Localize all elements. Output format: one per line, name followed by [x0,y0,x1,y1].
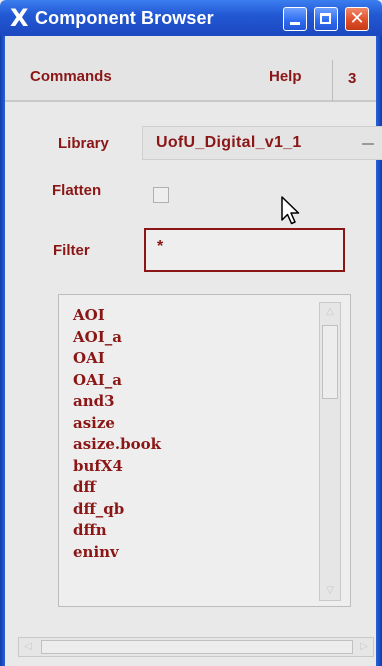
mouse-pointer-icon [281,196,300,225]
flatten-label: Flatten [52,182,102,199]
list-item[interactable]: AOI_a [73,327,161,349]
library-label: Library [58,135,109,152]
close-button[interactable]: ✕ [345,7,369,31]
title-bar[interactable]: X Component Browser ✕ [0,0,382,36]
list-item[interactable]: eninv [73,542,161,564]
x-logo-icon: X [10,4,29,32]
list-item[interactable]: bufX4 [73,456,161,478]
filter-label: Filter [53,242,90,259]
list-item[interactable]: asize.book [73,434,161,456]
scrollbar-thumb[interactable] [322,325,338,399]
filter-input-value: * [157,238,164,255]
menu-help[interactable]: Help [269,68,302,85]
close-icon: ✕ [349,8,365,29]
list-item[interactable]: OAI [73,348,161,370]
minimize-button[interactable] [283,7,307,31]
list-item[interactable]: dff_qb [73,499,161,521]
component-browser-window: X Component Browser ✕ Commands Help 3 Li… [0,0,382,666]
list-item[interactable]: AOI [73,305,161,327]
scroll-up-arrow-icon[interactable]: △ [322,305,338,319]
list-item[interactable]: and3 [73,391,161,413]
component-list-items: AOI AOI_a OAI OAI_a and3 asize asize.boo… [73,305,161,563]
library-select[interactable]: UofU_Digital_v1_1 [142,126,382,160]
menu-commands[interactable]: Commands [30,68,112,85]
maximize-button[interactable] [314,7,338,31]
menu-bar: Commands Help 3 [5,36,376,102]
list-item[interactable]: dff [73,477,161,499]
window-title: Component Browser [35,8,214,28]
scroll-left-arrow-icon[interactable]: ◁ [21,640,35,654]
list-item[interactable]: asize [73,413,161,435]
main-content: Library UofU_Digital_v1_1 Flatten Filter… [5,102,382,666]
menu-number[interactable]: 3 [348,70,356,87]
maximize-icon [320,13,331,24]
library-select-value: UofU_Digital_v1_1 [156,134,302,151]
list-item[interactable]: dffn [73,520,161,542]
scroll-right-arrow-icon[interactable]: ▷ [357,640,371,654]
horizontal-scrollbar[interactable]: ◁ ▷ [18,637,374,657]
menu-divider [332,60,333,102]
horizontal-scrollbar-thumb[interactable] [41,640,353,654]
minimize-icon [290,22,300,25]
list-item[interactable]: OAI_a [73,370,161,392]
list-vertical-scrollbar[interactable]: △ ▽ [319,302,341,601]
component-list[interactable]: AOI AOI_a OAI OAI_a and3 asize asize.boo… [58,294,351,607]
flatten-checkbox[interactable] [153,187,169,203]
option-menu-indicator-icon [362,143,374,145]
scroll-down-arrow-icon[interactable]: ▽ [322,584,338,598]
filter-input[interactable]: * [144,228,345,272]
